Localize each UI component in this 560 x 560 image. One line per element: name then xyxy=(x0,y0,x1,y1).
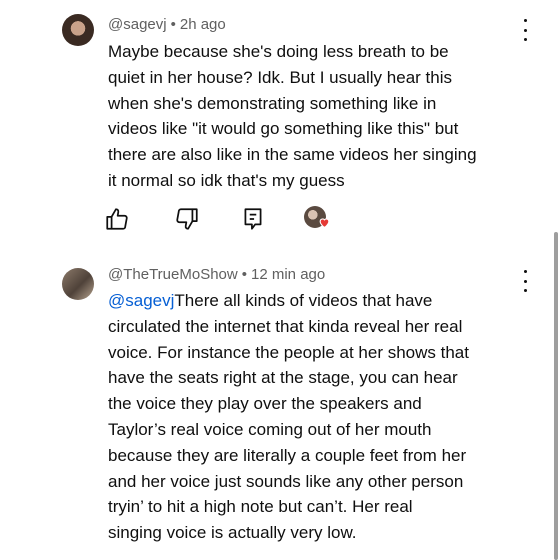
comment-text: Maybe because she's doing less breath to… xyxy=(108,39,477,194)
kebab-dot xyxy=(523,289,527,292)
comment-header: @TheTrueMoShow • 12 min ago xyxy=(108,266,325,283)
author-name[interactable]: @TheTrueMoShow xyxy=(108,266,238,283)
comment-action-bar xyxy=(0,206,560,234)
comment-line: it normal so idk that's my guess xyxy=(108,170,345,190)
kebab-dot xyxy=(523,38,527,41)
comment-thread-2: @TheTrueMoShow • 12 min ago @sagevjThere a… xyxy=(0,258,560,560)
kebab-dot xyxy=(523,279,527,283)
comment-line: and her voice just sounds like any other… xyxy=(108,471,464,491)
mention-link[interactable]: @sagevj xyxy=(108,291,174,310)
comment-line: @sagevjThere all kinds of videos that ha… xyxy=(108,288,469,314)
comment-line: Maybe because she's doing less breath to… xyxy=(108,42,449,61)
comment-line: videos like "it would go something like … xyxy=(108,119,459,139)
comment-line: voice. For instance the people at her sh… xyxy=(108,342,469,362)
kebab-dot xyxy=(523,28,527,32)
separator-dot: • xyxy=(170,16,176,33)
comment-thread-1: @sagevj • 2h ago Maybe because she's doing… xyxy=(0,0,560,240)
creator-heart-icon[interactable] xyxy=(318,216,331,229)
comment-line: because they are literally a couple feet… xyxy=(108,445,467,465)
comment-line: circulated the internet that kinda revea… xyxy=(108,316,463,336)
comment-line: the voice they play over the speakers an… xyxy=(108,394,422,414)
like-icon[interactable] xyxy=(104,206,130,232)
comment-line: when she's demonstrating something like … xyxy=(108,93,437,113)
avatar[interactable] xyxy=(62,268,94,300)
dislike-icon[interactable] xyxy=(174,206,200,232)
separator-dot: • xyxy=(241,266,247,283)
comment-line: tryin’ to hit a high note but can’t. Her… xyxy=(108,497,413,517)
more-actions-button[interactable] xyxy=(520,19,530,41)
comment-line: Taylor’s real voice coming out of her mo… xyxy=(108,419,432,439)
kebab-dot xyxy=(523,270,527,273)
comment-line: singing voice is actually very low. xyxy=(108,523,357,543)
comment-time[interactable]: 2h ago xyxy=(180,16,226,33)
author-name[interactable]: @sagevj xyxy=(108,16,167,33)
comment-line: have the seats right at the stage, you c… xyxy=(108,368,458,388)
comment-header: @sagevj • 2h ago xyxy=(108,16,226,33)
comment-line: quiet in her house? Idk. But I usually h… xyxy=(108,67,452,87)
scrollbar[interactable] xyxy=(554,232,558,560)
avatar[interactable] xyxy=(62,14,94,46)
comment-text: @sagevjThere all kinds of videos that ha… xyxy=(108,288,469,546)
comment-line-rest: There all kinds of videos that have xyxy=(174,291,433,310)
kebab-dot xyxy=(523,19,527,22)
reply-icon[interactable] xyxy=(240,206,266,232)
more-actions-button[interactable] xyxy=(520,270,530,292)
comment-time[interactable]: 12 min ago xyxy=(251,266,325,283)
comment-line: there are also like in the same videos h… xyxy=(108,145,477,165)
